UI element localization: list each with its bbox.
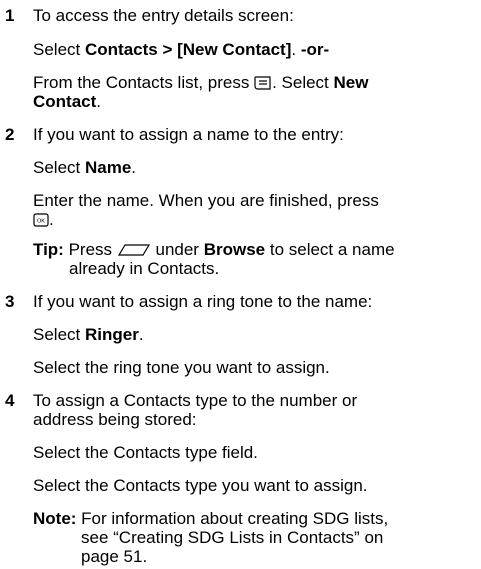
ringer-label: Ringer	[84, 324, 139, 344]
menu-key-icon	[254, 76, 271, 90]
note-label: Note:	[33, 509, 77, 529]
note-line: Note: For information about creating SDG…	[33, 509, 388, 529]
text: .	[138, 324, 144, 344]
step-2-enter-line-cont: OK.	[33, 210, 54, 230]
text: Press	[63, 239, 117, 259]
menu-path: Contacts > [New Contact]	[84, 39, 292, 59]
manual-page: 1 To access the entry details screen: Se…	[0, 0, 481, 569]
text: For information about creating SDG lists…	[76, 509, 389, 529]
step-4-select-field: Select the Contacts type field.	[33, 443, 258, 463]
step-2-select-line: Select Name.	[33, 158, 136, 178]
step-4-intro: To assign a Contacts type to the number …	[33, 391, 358, 411]
text: .	[96, 91, 102, 111]
note-line-cont: see “Creating SDG Lists in Contacts” on	[81, 528, 384, 548]
text: Select	[33, 324, 85, 344]
softkey-icon	[117, 244, 150, 256]
step-3-after: Select the ring tone you want to assign.	[33, 358, 330, 378]
step-2-enter-line: Enter the name. When you are finished, p…	[33, 190, 379, 210]
step-4-intro-cont: address being stored:	[33, 410, 197, 429]
browse-label: Browse	[203, 239, 266, 259]
note-line-cont2: page 51.	[81, 547, 148, 566]
step-3-select-line: Select Ringer.	[33, 325, 144, 345]
step-1-number: 1	[5, 5, 15, 25]
step-1-list-line: From the Contacts list, press . Select N…	[33, 73, 368, 93]
step-4-number: 4	[5, 391, 15, 411]
text: .	[49, 209, 54, 229]
step-2-number: 2	[5, 124, 15, 144]
text: to select a name	[265, 239, 395, 259]
or-separator: -or-	[300, 39, 330, 59]
step-2-intro: If you want to assign a name to the entr…	[33, 124, 344, 144]
tip-line-cont: already in Contacts.	[69, 258, 220, 278]
step-3-intro: If you want to assign a ring tone to the…	[33, 291, 373, 311]
svg-text:OK: OK	[37, 218, 45, 224]
tip-line: Tip: Press under Browse to select a name	[33, 240, 395, 260]
name-label: Name	[84, 157, 132, 177]
text: . Select	[272, 72, 334, 92]
text: under	[150, 239, 204, 259]
step-4-select-type: Select the Contacts type you want to ass…	[33, 476, 368, 496]
text: .	[131, 157, 137, 177]
step-1-intro: To access the entry details screen:	[33, 5, 294, 25]
text: .	[291, 39, 301, 59]
text: From the Contacts list, press	[33, 72, 255, 92]
text: Select	[33, 157, 85, 177]
text: Select	[33, 39, 85, 59]
contact-label: Contact	[33, 91, 97, 111]
new-label: New	[333, 72, 369, 92]
step-1-select-line: Select Contacts > [New Contact]. -or-	[33, 40, 329, 60]
step-3-number: 3	[5, 291, 15, 311]
ok-key-icon: OK	[33, 213, 49, 227]
tip-label: Tip:	[33, 239, 64, 259]
step-1-list-line-cont: Contact.	[33, 92, 101, 112]
